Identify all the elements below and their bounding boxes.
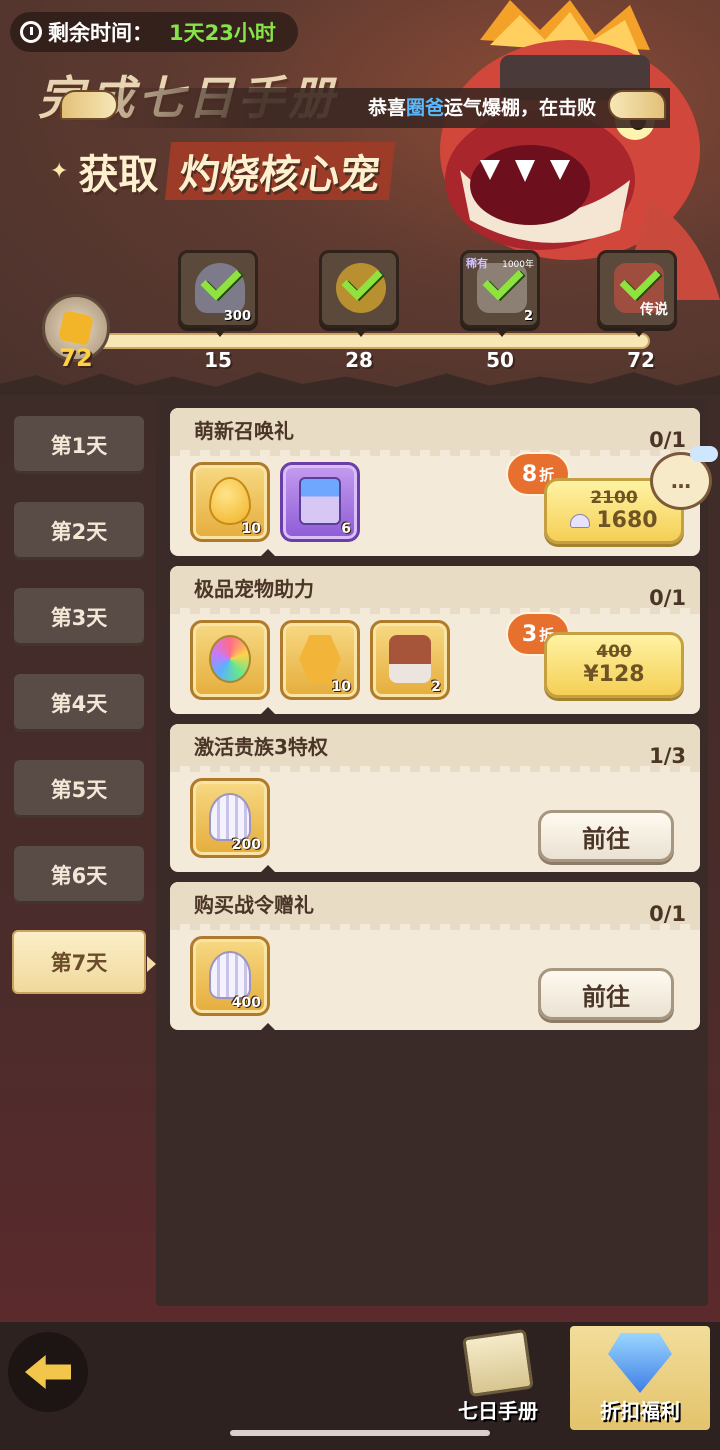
marquee-prefix: 恭喜 <box>367 97 406 119</box>
header-pattern <box>170 766 700 772</box>
sale-price-row: 1680 <box>570 508 658 534</box>
home-indicator <box>230 1430 490 1436</box>
paw-coin-icon <box>299 635 341 683</box>
timer-label: 剩余时间： <box>48 21 153 45</box>
item-qty: 200 <box>231 837 261 853</box>
tab-day-5[interactable]: 第5天 <box>14 760 144 818</box>
task-card: 购买战令赠礼 0/1 400 前往 <box>170 882 700 1030</box>
original-price: 2100 <box>590 488 638 508</box>
milestone-reward-3[interactable]: 稀有 1000年 2 <box>460 250 540 337</box>
gem-icon <box>608 1333 672 1393</box>
milestone-reward-4[interactable]: 传说 <box>597 250 677 337</box>
task-header: 购买战令赠礼 0/1 <box>170 882 700 926</box>
horn-left-icon <box>60 90 118 120</box>
reward-item[interactable]: 10 <box>190 462 270 542</box>
rainbow-orb-icon <box>209 635 251 683</box>
reward-item[interactable]: 400 <box>190 936 270 1016</box>
task-progress: 0/1 <box>649 428 686 452</box>
shell-icon <box>209 793 251 841</box>
tab-label: 七日手册 <box>458 1399 538 1423</box>
task-title: 激活贵族3特权 <box>194 734 328 759</box>
reward-item[interactable]: 200 <box>190 778 270 858</box>
task-title: 极品宠物助力 <box>194 576 314 601</box>
sale-price: 1680 <box>596 508 658 533</box>
back-button[interactable] <box>8 1332 88 1412</box>
marquee-suffix: 运气爆棚，在击败 <box>443 97 596 119</box>
legend-tag: 传说 <box>640 302 668 318</box>
tab-seven-day-manual[interactable]: 七日手册 <box>428 1326 568 1430</box>
milestone-qty: 300 <box>223 309 251 324</box>
clock-icon <box>20 21 42 43</box>
tab-day-6[interactable]: 第6天 <box>14 846 144 904</box>
shell-icon <box>570 514 591 528</box>
subtitle-pet-name: 灼烧核心宠 <box>165 142 396 200</box>
rarity-tag: 稀有 <box>466 257 488 270</box>
event-subtitle: ✦ 获取 灼烧核心宠 <box>50 142 396 200</box>
berry-box-icon <box>299 477 341 525</box>
shell-icon <box>209 951 251 999</box>
task-header: 萌新召唤礼 0/1 <box>170 408 700 452</box>
hero-banner: 剩余时间： 1天23小时 完成七日手册 恭喜圈爸运气爆棚，在击败 ✦ 获取 灼烧… <box>0 0 720 395</box>
milestone-points: 50 <box>486 348 514 372</box>
discount-number: 8 <box>521 461 538 487</box>
task-title: 萌新召唤礼 <box>194 418 294 443</box>
milestone-reward-2[interactable] <box>319 250 399 337</box>
task-card: 萌新召唤礼 0/1 10 6 8折 2100 1680 <box>170 408 700 556</box>
marquee-player-name: 圈爸 <box>405 97 444 119</box>
milestone-points: 15 <box>204 348 232 372</box>
grass-divider <box>0 372 720 395</box>
task-progress: 0/1 <box>649 902 686 926</box>
chat-icon: … <box>671 469 691 493</box>
reward-item[interactable]: 6 <box>280 462 360 542</box>
tab-discount-benefits[interactable]: 折扣福利 <box>570 1326 710 1430</box>
item-qty: 400 <box>231 995 261 1011</box>
header-pattern <box>170 608 700 614</box>
meat-basket-icon <box>389 635 431 683</box>
remaining-time: 剩余时间： 1天23小时 <box>10 12 298 52</box>
reward-item[interactable] <box>190 620 270 700</box>
tab-day-3[interactable]: 第3天 <box>14 588 144 646</box>
header-pattern <box>170 450 700 456</box>
tab-label: 折扣福利 <box>600 1399 680 1423</box>
task-header: 激活贵族3特权 1/3 <box>170 724 700 768</box>
milestone-qty: 2 <box>523 309 533 324</box>
item-qty: 10 <box>331 679 351 695</box>
sparkle-icon: ✦ <box>50 158 69 184</box>
tab-day-4[interactable]: 第4天 <box>14 674 144 732</box>
header-pattern <box>170 924 700 930</box>
sale-price: ¥128 <box>583 662 645 687</box>
original-price: 400 <box>596 642 632 662</box>
buy-button[interactable]: 400 ¥128 <box>544 632 684 698</box>
milestone-points: 28 <box>345 348 373 372</box>
broadcast-marquee: 恭喜圈爸运气爆棚，在击败 <box>80 88 670 128</box>
book-icon <box>462 1328 534 1398</box>
task-header: 极品宠物助力 0/1 <box>170 566 700 610</box>
tab-day-2[interactable]: 第2天 <box>14 502 144 560</box>
reward-item[interactable]: 2 <box>370 620 450 700</box>
discount-number: 3 <box>521 621 538 647</box>
item-qty: 2 <box>431 679 441 695</box>
back-arrow-icon <box>25 1355 71 1389</box>
item-qty: 10 <box>241 521 261 537</box>
points-icon <box>58 310 94 346</box>
go-button[interactable]: 前往 <box>538 968 674 1020</box>
tab-day-7[interactable]: 第7天 <box>12 930 156 994</box>
subtitle-get: 获取 <box>78 152 159 198</box>
cloud-icon <box>690 446 718 462</box>
task-title: 购买战令赠礼 <box>194 892 314 917</box>
milestone-points: 72 <box>627 348 655 372</box>
current-points: 72 <box>59 344 93 372</box>
item-qty: 6 <box>341 521 351 537</box>
milestone-reward-1[interactable]: 300 <box>178 250 258 337</box>
horn-right-icon <box>608 90 666 120</box>
task-progress: 0/1 <box>649 586 686 610</box>
task-card: 激活贵族3特权 1/3 200 前往 <box>170 724 700 872</box>
reward-item[interactable]: 10 <box>280 620 360 700</box>
timer-value: 1天23小时 <box>169 21 276 45</box>
go-button[interactable]: 前往 <box>538 810 674 862</box>
task-progress: 1/3 <box>649 744 686 768</box>
golden-egg-icon <box>209 477 251 525</box>
task-card: 极品宠物助力 0/1 10 2 3折 400 ¥128 <box>170 566 700 714</box>
tab-day-1[interactable]: 第1天 <box>14 416 144 474</box>
